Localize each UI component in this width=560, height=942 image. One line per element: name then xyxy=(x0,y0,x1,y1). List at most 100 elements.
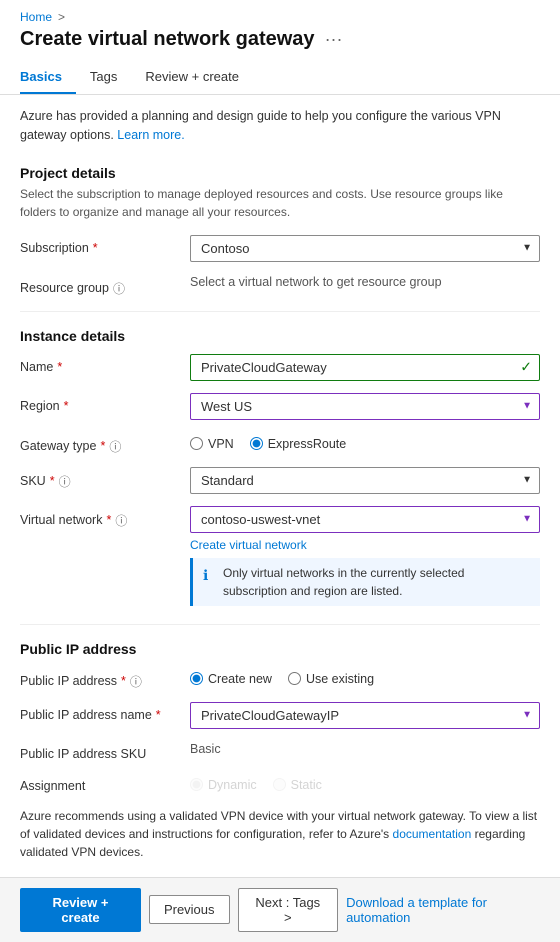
next-button[interactable]: Next : Tags > xyxy=(238,888,339,932)
gateway-type-control: VPN ExpressRoute xyxy=(190,432,540,451)
sku-row: SKU * ⓘ Standard ▼ xyxy=(0,461,560,500)
public-ip-use-existing-radio[interactable] xyxy=(288,672,301,685)
resource-group-info-icon: ⓘ xyxy=(113,280,125,297)
divider-1 xyxy=(20,311,540,312)
assignment-static-option: Static xyxy=(273,778,322,792)
public-ip-name-row: Public IP address name * PrivateCloudGat… xyxy=(0,696,560,735)
public-ip-sku-row: Public IP address SKU Basic xyxy=(0,735,560,767)
region-select[interactable]: West US xyxy=(190,393,540,420)
public-ip-control: Create new Use existing xyxy=(190,667,540,686)
sku-select[interactable]: Standard xyxy=(190,467,540,494)
sku-control: Standard ▼ xyxy=(190,467,540,494)
name-valid-icon: ✓ xyxy=(520,359,532,376)
assignment-dynamic-radio xyxy=(190,778,203,791)
name-input-wrapper[interactable]: ✓ xyxy=(190,354,540,381)
gateway-type-info-icon: ⓘ xyxy=(109,438,121,455)
subscription-control: Contoso ▼ xyxy=(190,235,540,262)
footer-note: Azure recommends using a validated VPN d… xyxy=(0,799,560,869)
public-ip-name-wrapper[interactable]: PrivateCloudGatewayIP ▼ xyxy=(190,702,540,729)
public-ip-name-required: * xyxy=(156,708,161,722)
public-ip-create-new-option[interactable]: Create new xyxy=(190,672,272,686)
sku-label: SKU * ⓘ xyxy=(20,467,180,490)
more-options-icon[interactable]: ··· xyxy=(325,29,343,50)
region-label: Region * xyxy=(20,393,180,413)
vnet-select[interactable]: contoso-uswest-vnet xyxy=(190,506,540,533)
instance-details-title: Instance details xyxy=(0,320,560,348)
name-label: Name * xyxy=(20,354,180,374)
gateway-type-radio-group: VPN ExpressRoute xyxy=(190,432,540,451)
download-template-link[interactable]: Download a template for automation xyxy=(346,889,540,931)
name-control: ✓ xyxy=(190,354,540,381)
name-input[interactable] xyxy=(190,354,540,381)
public-ip-sku-value: Basic xyxy=(190,736,221,756)
gateway-type-expressroute-radio[interactable] xyxy=(250,437,263,450)
breadcrumb-sep: > xyxy=(58,10,65,24)
public-ip-row: Public IP address * ⓘ Create new Use exi… xyxy=(0,661,560,696)
vnet-info-icon: ⓘ xyxy=(115,512,127,529)
gateway-type-vpn-option[interactable]: VPN xyxy=(190,437,234,451)
previous-button[interactable]: Previous xyxy=(149,895,230,924)
sku-select-wrapper[interactable]: Standard ▼ xyxy=(190,467,540,494)
project-details-desc: Select the subscription to manage deploy… xyxy=(0,185,560,229)
breadcrumb: Home > xyxy=(0,0,560,28)
vnet-row: Virtual network * ⓘ contoso-uswest-vnet … xyxy=(0,500,560,616)
assignment-static-radio xyxy=(273,778,286,791)
gateway-type-row: Gateway type * ⓘ VPN ExpressRoute xyxy=(0,426,560,461)
vnet-info-note: ℹ Only virtual networks in the currently… xyxy=(190,558,540,606)
assignment-control: Dynamic Static xyxy=(190,773,540,792)
create-vnet-link[interactable]: Create virtual network xyxy=(190,538,307,552)
assignment-row: Assignment Dynamic Static xyxy=(0,767,560,799)
name-row: Name * ✓ xyxy=(0,348,560,387)
region-control: West US ▼ xyxy=(190,393,540,420)
name-required: * xyxy=(57,360,62,374)
resource-group-label: Resource group ⓘ xyxy=(20,274,180,297)
gateway-type-expressroute-label: ExpressRoute xyxy=(268,437,347,451)
sku-required: * xyxy=(50,474,55,488)
gateway-type-label: Gateway type * ⓘ xyxy=(20,432,180,455)
region-row: Region * West US ▼ xyxy=(0,387,560,426)
public-ip-required: * xyxy=(121,674,126,688)
public-ip-use-existing-option[interactable]: Use existing xyxy=(288,672,374,686)
tabs: Basics Tags Review + create xyxy=(0,61,560,95)
assignment-radio-group: Dynamic Static xyxy=(190,773,540,792)
public-ip-name-select[interactable]: PrivateCloudGatewayIP xyxy=(190,702,540,729)
assignment-static-label: Static xyxy=(291,778,322,792)
gateway-type-expressroute-option[interactable]: ExpressRoute xyxy=(250,437,347,451)
page-title: Create virtual network gateway xyxy=(20,28,315,51)
gateway-type-vpn-label: VPN xyxy=(208,437,234,451)
public-ip-sku-control: Basic xyxy=(190,741,540,756)
public-ip-name-label: Public IP address name * xyxy=(20,702,180,722)
gateway-type-vpn-radio[interactable] xyxy=(190,437,203,450)
vnet-required: * xyxy=(106,513,111,527)
learn-more-link[interactable]: Learn more. xyxy=(117,128,184,142)
public-ip-radio-group: Create new Use existing xyxy=(190,667,540,686)
resource-group-hint: Select a virtual network to get resource… xyxy=(190,269,442,289)
public-ip-create-new-radio[interactable] xyxy=(190,672,203,685)
gateway-type-required: * xyxy=(100,439,105,453)
tab-basics[interactable]: Basics xyxy=(20,61,76,94)
region-select-wrapper[interactable]: West US ▼ xyxy=(190,393,540,420)
region-required: * xyxy=(64,399,69,413)
tab-tags[interactable]: Tags xyxy=(90,61,131,94)
bottom-bar: Review + create Previous Next : Tags > D… xyxy=(0,877,560,942)
public-ip-sku-label: Public IP address SKU xyxy=(20,741,180,761)
public-ip-info-icon: ⓘ xyxy=(130,673,142,690)
vnet-select-wrapper[interactable]: contoso-uswest-vnet ▼ xyxy=(190,506,540,533)
divider-2 xyxy=(20,624,540,625)
public-ip-name-control: PrivateCloudGatewayIP ▼ xyxy=(190,702,540,729)
subscription-select-wrapper[interactable]: Contoso ▼ xyxy=(190,235,540,262)
home-link[interactable]: Home xyxy=(20,10,52,24)
public-ip-create-new-label: Create new xyxy=(208,672,272,686)
tab-review-create[interactable]: Review + create xyxy=(145,61,253,94)
assignment-dynamic-label: Dynamic xyxy=(208,778,257,792)
documentation-link[interactable]: documentation xyxy=(393,827,472,841)
review-create-button[interactable]: Review + create xyxy=(20,888,141,932)
vnet-control: contoso-uswest-vnet ▼ Create virtual net… xyxy=(190,506,540,610)
subscription-required: * xyxy=(93,241,98,255)
public-ip-use-existing-label: Use existing xyxy=(306,672,374,686)
resource-group-control: Select a virtual network to get resource… xyxy=(190,274,540,289)
subscription-row: Subscription * Contoso ▼ xyxy=(0,229,560,268)
subscription-select[interactable]: Contoso xyxy=(190,235,540,262)
sku-info-icon: ⓘ xyxy=(59,473,71,490)
assignment-dynamic-option: Dynamic xyxy=(190,778,257,792)
